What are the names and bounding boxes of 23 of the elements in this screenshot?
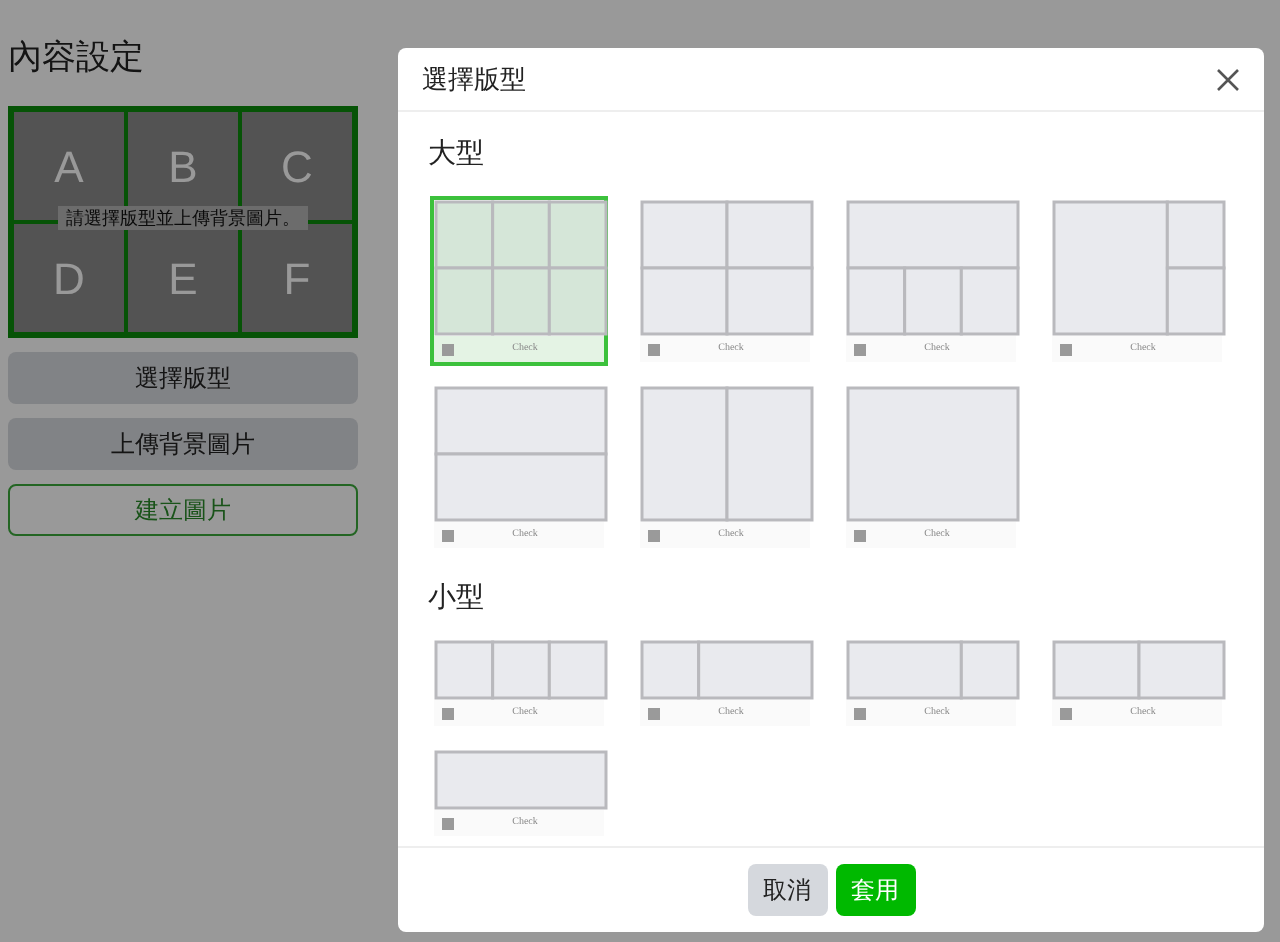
- image-icon: [648, 343, 660, 355]
- section-heading: 小型: [428, 578, 486, 616]
- image-icon: [1060, 707, 1072, 719]
- apply-button[interactable]: 套用: [835, 864, 915, 916]
- image-icon: [442, 707, 454, 719]
- section-heading: 大型: [428, 134, 486, 172]
- image-icon: [1060, 343, 1072, 355]
- page-button[interactable]: 建立圖片: [8, 484, 358, 536]
- page-button[interactable]: 選擇版型: [8, 352, 358, 404]
- image-icon: [442, 817, 454, 829]
- page-button[interactable]: 上傳背景圖片: [8, 418, 358, 470]
- page-title: 內容設定: [8, 36, 146, 80]
- image-icon: [442, 343, 454, 355]
- image-icon: [854, 707, 866, 719]
- cancel-button[interactable]: 取消: [747, 864, 827, 916]
- grid-hint: 請選擇版型並上傳背景圖片。: [58, 206, 308, 230]
- image-icon: [854, 529, 866, 541]
- image-icon: [648, 707, 660, 719]
- close-icon[interactable]: [1216, 67, 1240, 91]
- image-icon: [854, 343, 866, 355]
- image-icon: [648, 529, 660, 541]
- dialog-title: 選擇版型: [422, 61, 526, 98]
- image-icon: [442, 529, 454, 541]
